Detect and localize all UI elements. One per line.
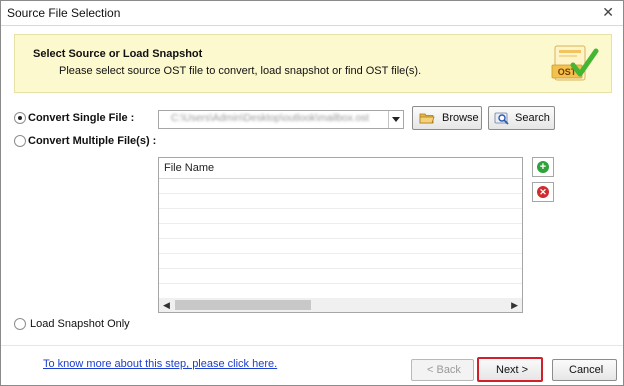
title-bar: Source File Selection ✕ [1, 1, 623, 26]
close-icon[interactable]: ✕ [602, 4, 614, 21]
file-table: File Name ◀ ▶ [158, 157, 523, 313]
table-row [159, 269, 522, 284]
search-label: Search [515, 112, 550, 124]
search-button[interactable]: Search [488, 106, 555, 130]
scroll-left-icon[interactable]: ◀ [163, 300, 170, 311]
next-button[interactable]: Next > [477, 357, 543, 382]
column-file-name[interactable]: File Name [164, 162, 214, 174]
multiple-files-radio[interactable] [14, 135, 26, 147]
table-row [159, 179, 522, 194]
ost-checkmark-icon: OST [551, 45, 599, 81]
banner-title: Select Source or Load Snapshot [33, 48, 203, 60]
table-row [159, 194, 522, 209]
folder-icon [419, 113, 435, 124]
horizontal-scrollbar[interactable]: ◀ ▶ [159, 298, 522, 312]
next-label: Next > [496, 364, 529, 376]
multiple-files-label[interactable]: Convert Multiple File(s) : [28, 135, 156, 147]
table-row [159, 254, 522, 269]
table-row [159, 239, 522, 254]
chevron-down-icon[interactable] [388, 111, 403, 128]
source-path-value: C:\Users\Admin\Desktop\outlook\mailbox.o… [171, 113, 369, 124]
table-header: File Name [159, 158, 522, 179]
banner-subtitle: Please select source OST file to convert… [59, 65, 422, 77]
back-button[interactable]: < Back [411, 359, 474, 381]
scrollbar-thumb[interactable] [175, 300, 311, 310]
remove-icon: ✕ [537, 186, 549, 198]
source-path-combobox[interactable]: C:\Users\Admin\Desktop\outlook\mailbox.o… [158, 110, 404, 129]
table-row [159, 224, 522, 239]
single-file-label[interactable]: Convert Single File : [28, 112, 134, 124]
footer-divider [1, 345, 623, 346]
add-icon: + [537, 161, 549, 173]
scroll-right-icon[interactable]: ▶ [511, 300, 518, 311]
snapshot-label[interactable]: Load Snapshot Only [30, 318, 130, 330]
back-label: < Back [427, 364, 461, 376]
snapshot-radio[interactable] [14, 318, 26, 330]
table-row [159, 209, 522, 224]
browse-label: Browse [442, 112, 479, 124]
single-file-radio[interactable] [14, 112, 26, 124]
info-banner: Select Source or Load Snapshot Please se… [14, 34, 612, 93]
add-file-button[interactable]: + [532, 157, 554, 177]
search-icon [494, 112, 509, 125]
browse-button[interactable]: Browse [412, 106, 482, 130]
dialog-window: Source File Selection ✕ Select Source or… [0, 0, 624, 386]
cancel-label: Cancel [569, 364, 604, 376]
remove-file-button[interactable]: ✕ [532, 182, 554, 202]
cancel-button[interactable]: Cancel [552, 359, 617, 381]
help-link[interactable]: To know more about this step, please cli… [43, 358, 277, 370]
window-title: Source File Selection [7, 6, 121, 20]
